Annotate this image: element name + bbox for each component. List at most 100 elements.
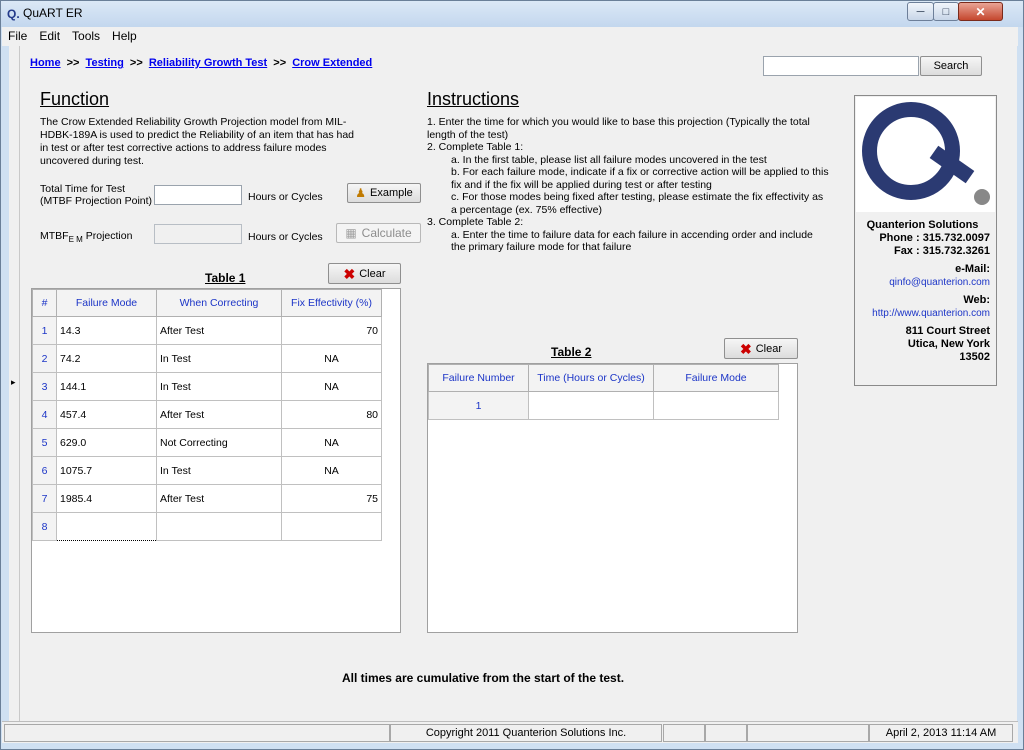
table1-clear-button[interactable]: ✖ Clear	[328, 263, 401, 284]
minimize-button[interactable]: ─	[907, 2, 934, 21]
title-bar[interactable]: Q. QuART ER ─ □ ✕	[1, 1, 1023, 27]
when-correcting-cell[interactable]: In Test	[156, 372, 282, 401]
fix-effectivity-cell[interactable]: NA	[281, 344, 382, 373]
table2-title: Table 2	[551, 345, 592, 359]
when-correcting-cell[interactable]	[156, 512, 282, 541]
total-time-label-line1: Total Time for Test	[40, 183, 126, 195]
fix-effectivity-cell[interactable]: 75	[281, 484, 382, 513]
people-icon: ♟	[355, 186, 366, 200]
when-correcting-cell[interactable]: After Test	[156, 400, 282, 429]
zip-code: 13502	[959, 351, 990, 363]
status-panel-5	[747, 724, 869, 742]
failure-mode-table: # Failure Mode When Correcting Fix Effec…	[32, 289, 382, 541]
close-button[interactable]: ✕	[958, 2, 1003, 21]
failure-mode-cell[interactable]: 14.3	[56, 316, 157, 345]
breadcrumb-reliability-growth-test[interactable]: Reliability Growth Test	[149, 57, 267, 69]
table1-grid[interactable]: # Failure Mode When Correcting Fix Effec…	[31, 288, 401, 633]
maximize-button[interactable]: □	[933, 2, 959, 21]
search-input[interactable]	[763, 56, 919, 76]
row-number[interactable]: 3	[32, 372, 57, 401]
failure-mode-cell[interactable]: 1075.7	[56, 456, 157, 485]
window-title: QuART ER	[23, 6, 83, 20]
failure-mode-cell[interactable]: 629.0	[56, 428, 157, 457]
col-header-when-correcting[interactable]: When Correcting	[156, 289, 282, 317]
row-number[interactable]: 1	[32, 316, 57, 345]
table-row[interactable]: 4 457.4 After Test 80	[32, 400, 382, 429]
menu-tools[interactable]: Tools	[66, 27, 106, 43]
failure-mode-cell[interactable]	[653, 391, 779, 420]
failure-mode-cell[interactable]: 74.2	[56, 344, 157, 373]
web-link[interactable]: http://www.quanterion.com	[855, 307, 990, 320]
row-number[interactable]: 5	[32, 428, 57, 457]
col-header-failure-mode[interactable]: Failure Mode	[56, 289, 157, 317]
menu-help[interactable]: Help	[106, 27, 143, 43]
table2-clear-label: Clear	[755, 342, 783, 355]
failure-mode-cell[interactable]: 144.1	[56, 372, 157, 401]
fix-effectivity-cell[interactable]: NA	[281, 456, 382, 485]
table1-clear-label: Clear	[359, 267, 386, 280]
row-number[interactable]: 4	[32, 400, 57, 429]
when-correcting-cell[interactable]: After Test	[156, 316, 282, 345]
breadcrumb-home[interactable]: Home	[30, 57, 61, 69]
calculate-button[interactable]: ▦ Calculate	[336, 223, 421, 243]
table-row[interactable]: 1 14.3 After Test 70	[32, 316, 382, 345]
row-number[interactable]: 6	[32, 456, 57, 485]
table-row[interactable]: 8	[32, 512, 382, 541]
client-area: ▸ Home >> Testing >> Reliability Growth …	[9, 46, 1017, 721]
row-number[interactable]: 2	[32, 344, 57, 373]
instruction-step-1: 1. Enter the time for which you would li…	[427, 116, 810, 141]
mtbf-units-label: Hours or Cycles	[248, 231, 323, 243]
when-correcting-cell[interactable]: After Test	[156, 484, 282, 513]
total-time-input[interactable]	[154, 185, 242, 205]
fix-effectivity-cell[interactable]	[281, 512, 382, 541]
fix-effectivity-cell[interactable]: 70	[281, 316, 382, 345]
fix-effectivity-cell[interactable]: 80	[281, 400, 382, 429]
row-number[interactable]: 7	[32, 484, 57, 513]
when-correcting-cell[interactable]: Not Correcting	[156, 428, 282, 457]
calculator-icon: ▦	[345, 226, 357, 240]
table-row[interactable]: 5 629.0 Not Correcting NA	[32, 428, 382, 457]
collapse-strip[interactable]: ▸	[9, 46, 20, 721]
col-header-failure-number[interactable]: Failure Number	[428, 364, 529, 392]
failure-number-cell[interactable]: 1	[428, 391, 529, 420]
when-correcting-cell[interactable]: In Test	[156, 456, 282, 485]
failure-mode-cell[interactable]: 1985.4	[56, 484, 157, 513]
search-button[interactable]: Search	[920, 56, 982, 76]
menu-edit[interactable]: Edit	[33, 27, 66, 43]
failure-mode-cell[interactable]: 457.4	[56, 400, 157, 429]
table-row[interactable]: 1	[428, 391, 779, 420]
table2-grid[interactable]: Failure Number Time (Hours or Cycles) Fa…	[427, 363, 798, 633]
col-header-fix-effectivity[interactable]: Fix Effectivity (%)	[281, 289, 382, 317]
app-window: Q. QuART ER ─ □ ✕ File Edit Tools Help ▸ Ho…	[0, 0, 1024, 750]
example-button[interactable]: ♟ Example	[347, 183, 421, 203]
close-icon: ✕	[975, 4, 986, 19]
table-row[interactable]: 6 1075.7 In Test NA	[32, 456, 382, 485]
mtbf-projection-output	[154, 224, 242, 244]
mtbf-projection-label: MTBFE M Projection	[40, 230, 132, 246]
table-row[interactable]: 3 144.1 In Test NA	[32, 372, 382, 401]
breadcrumb-separator: >>	[129, 57, 143, 69]
email-link[interactable]: qinfo@quanterion.com	[855, 276, 990, 289]
clear-x-icon: ✖	[739, 340, 752, 357]
when-correcting-cell[interactable]: In Test	[156, 344, 282, 373]
fix-effectivity-cell[interactable]: NA	[281, 428, 382, 457]
phone-number: Phone : 315.732.0097	[879, 232, 990, 244]
expand-arrow-icon[interactable]: ▸	[11, 377, 16, 388]
col-header-time[interactable]: Time (Hours or Cycles)	[528, 364, 654, 392]
col-header-failure-mode[interactable]: Failure Mode	[653, 364, 779, 392]
fix-effectivity-cell[interactable]: NA	[281, 372, 382, 401]
table2-clear-button[interactable]: ✖ Clear	[724, 338, 798, 359]
menu-bar: File Edit Tools Help	[2, 27, 1018, 46]
table-row[interactable]: 2 74.2 In Test NA	[32, 344, 382, 373]
table-row[interactable]: 7 1985.4 After Test 75	[32, 484, 382, 513]
failure-mode-cell[interactable]	[56, 512, 157, 541]
menu-file[interactable]: File	[2, 27, 33, 43]
time-cell[interactable]	[528, 391, 654, 420]
instruction-step-2c: c. For those modes being fixed after tes…	[451, 191, 824, 216]
breadcrumb-testing[interactable]: Testing	[86, 57, 124, 69]
mtbf-label-text: MTBF	[40, 230, 69, 242]
row-number[interactable]: 8	[32, 512, 57, 541]
minimize-icon: ─	[916, 5, 925, 18]
col-header-number[interactable]: #	[32, 289, 57, 317]
breadcrumb-crow-extended[interactable]: Crow Extended	[292, 57, 372, 69]
